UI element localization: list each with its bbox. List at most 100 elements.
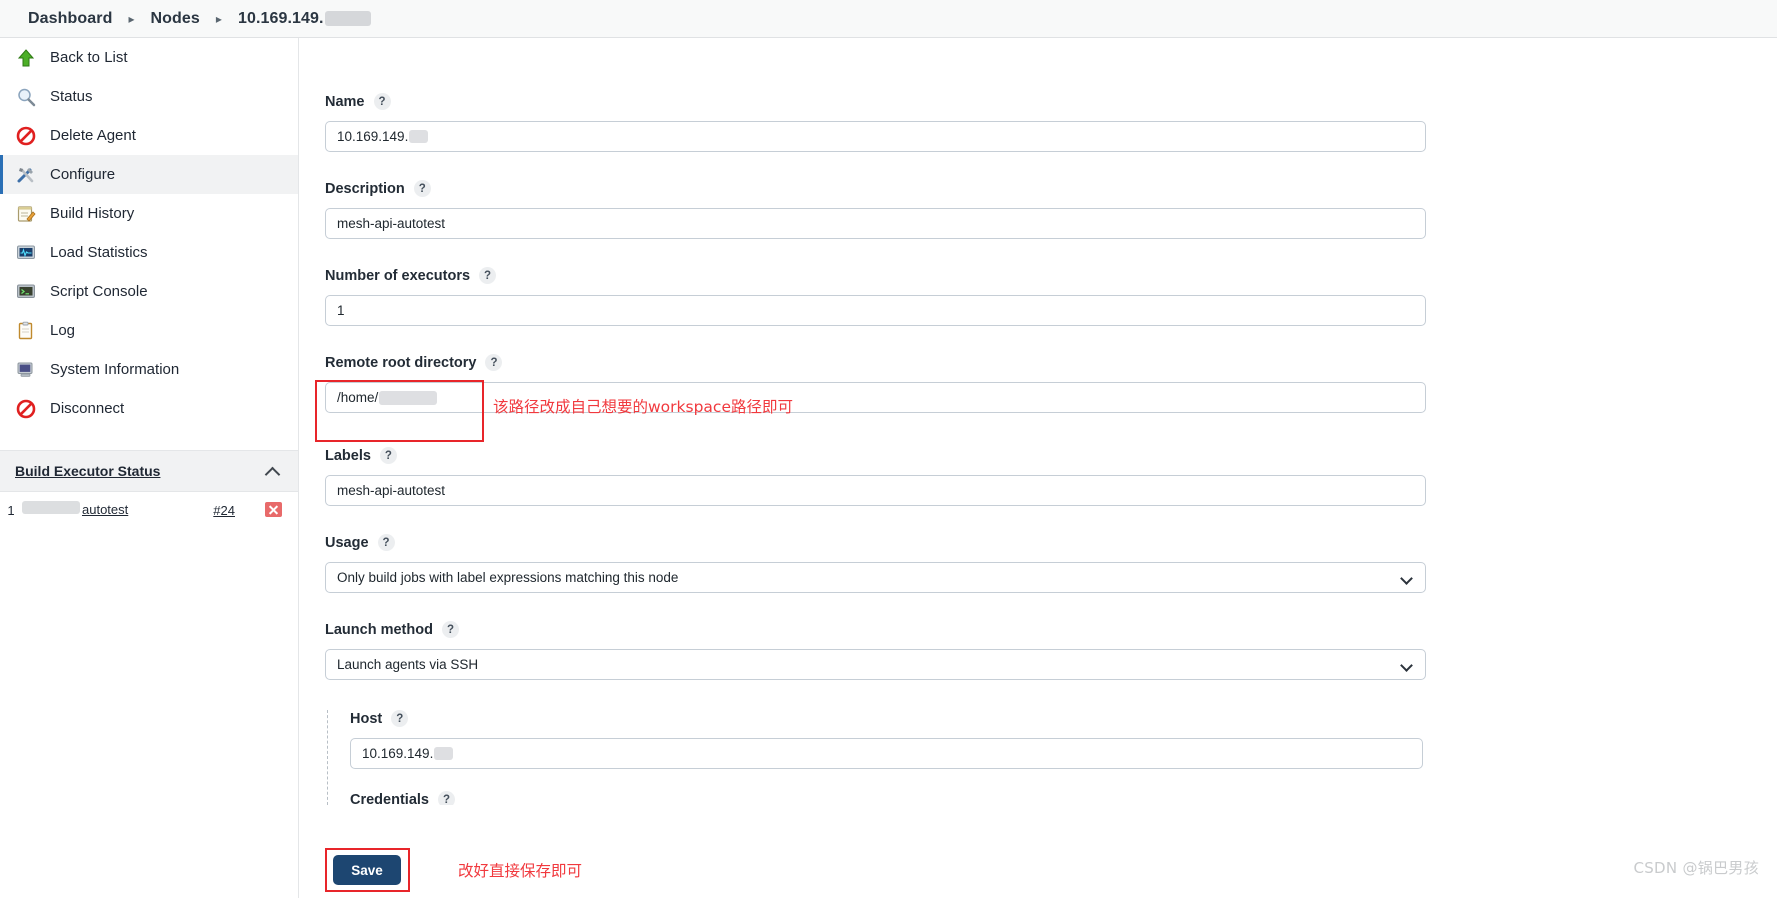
name-input-value: 10.169.149. <box>337 129 409 144</box>
field-label-text: Usage <box>325 534 369 551</box>
field-label-text: Remote root directory <box>325 354 477 371</box>
help-icon[interactable]: ? <box>413 180 431 197</box>
redacted-block <box>434 747 454 760</box>
redacted-block <box>22 501 80 514</box>
sidebar-item-label: Status <box>50 88 93 105</box>
remote-root-directory-value: /home/ <box>337 390 379 405</box>
computer-icon <box>15 359 37 381</box>
sidebar: Back to List Status Delete Agent Configu… <box>0 38 299 898</box>
executor-job-link[interactable]: autotest <box>82 502 128 517</box>
magnifier-icon <box>15 86 37 108</box>
annotation-remote-root-text: 该路径改成自己想要的workspace路径即可 <box>493 398 793 416</box>
field-usage: Usage ? Only build jobs with label expre… <box>325 534 1777 593</box>
help-icon[interactable]: ? <box>379 447 397 464</box>
field-label-text: Host <box>350 710 383 727</box>
sidebar-item-system-information[interactable]: System Information <box>0 350 298 389</box>
sidebar-item-status[interactable]: Status <box>0 77 298 116</box>
help-icon[interactable]: ? <box>485 354 503 371</box>
name-input[interactable]: 10.169.149. <box>325 121 1426 152</box>
launch-method-select[interactable]: Launch agents via SSH <box>325 649 1426 680</box>
sidebar-item-label: Configure <box>50 166 116 183</box>
usage-select-value: Only build jobs with label expressions m… <box>337 570 679 585</box>
sidebar-item-log[interactable]: Log <box>0 311 298 350</box>
sidebar-item-delete-agent[interactable]: Delete Agent <box>0 116 298 155</box>
host-input-value: 10.169.149. <box>362 746 434 761</box>
executor-row: 1 autotest #24 <box>0 492 298 540</box>
redacted-block <box>324 11 371 26</box>
clipboard-icon <box>15 320 37 342</box>
notepad-icon <box>15 203 37 225</box>
labels-input-value: mesh-api-autotest <box>337 483 446 498</box>
sidebar-item-script-console[interactable]: Script Console <box>0 272 298 311</box>
annotation-save-text: 改好直接保存即可 <box>458 862 583 880</box>
node-configure-form: Name ? 10.169.149. Description ? mesh-ap… <box>299 38 1777 898</box>
launch-method-select-value: Launch agents via SSH <box>337 657 479 672</box>
chevron-down-icon <box>1401 661 1412 668</box>
sidebar-item-load-statistics[interactable]: Load Statistics <box>0 233 298 272</box>
build-executor-status-title: Build Executor Status <box>15 463 161 479</box>
save-button[interactable]: Save <box>333 855 401 885</box>
field-labels: Labels ? mesh-api-autotest <box>325 447 1777 506</box>
sidebar-item-label: System Information <box>50 361 180 378</box>
field-host: Host ? 10.169.149. <box>350 710 1777 769</box>
field-label-text: Labels <box>325 447 371 464</box>
description-input[interactable]: mesh-api-autotest <box>325 208 1426 239</box>
field-label: Host ? <box>350 710 1777 727</box>
no-entry-icon <box>15 398 37 420</box>
build-executor-status-panel: Build Executor Status 1 autotest #24 <box>0 450 298 540</box>
watermark: CSDN @锅巴男孩 <box>1633 859 1759 877</box>
field-label: Remote root directory ? <box>325 354 1777 371</box>
wrench-icon <box>15 164 37 186</box>
help-icon[interactable]: ? <box>373 93 391 110</box>
breadcrumb-separator-icon: ▸ <box>215 11 222 26</box>
executor-build-number-link[interactable]: #24 <box>213 501 235 518</box>
remote-root-directory-input[interactable]: /home/ <box>325 382 1426 413</box>
field-credentials-clipped: Credentials ? <box>350 791 1777 805</box>
field-label-text: Launch method <box>325 621 433 638</box>
breadcrumb-separator-icon: ▸ <box>128 11 135 26</box>
help-icon[interactable]: ? <box>391 710 409 727</box>
host-input[interactable]: 10.169.149. <box>350 738 1423 769</box>
sidebar-item-back-to-list[interactable]: Back to List <box>0 38 298 77</box>
number-of-executors-input[interactable]: 1 <box>325 295 1426 326</box>
build-executor-status-header[interactable]: Build Executor Status <box>0 450 298 492</box>
chevron-down-icon <box>1401 574 1412 581</box>
field-name: Name ? 10.169.149. <box>325 93 1777 152</box>
field-label-text: Description <box>325 180 405 197</box>
executor-number: 1 <box>7 503 15 518</box>
breadcrumb-node-text: 10.169.149. <box>237 9 324 27</box>
breadcrumb-item-dashboard[interactable]: Dashboard <box>14 10 126 28</box>
breadcrumb-item-node[interactable]: 10.169.149. <box>224 10 385 28</box>
labels-input[interactable]: mesh-api-autotest <box>325 475 1426 506</box>
field-label: Usage ? <box>325 534 1777 551</box>
form-footer: Save 改好直接保存即可 <box>300 841 1777 898</box>
field-label-text: Credentials <box>350 791 429 806</box>
help-icon[interactable]: ? <box>441 621 459 638</box>
help-icon[interactable]: ? <box>437 791 455 805</box>
number-of-executors-value: 1 <box>337 303 345 318</box>
breadcrumb: Dashboard ▸ Nodes ▸ 10.169.149. <box>0 0 1777 38</box>
help-icon[interactable]: ? <box>377 534 395 551</box>
stop-build-icon[interactable] <box>265 502 282 517</box>
sidebar-item-label: Disconnect <box>50 400 125 417</box>
breadcrumb-item-nodes[interactable]: Nodes <box>137 10 214 28</box>
sidebar-item-label: Back to List <box>50 49 128 66</box>
help-icon[interactable]: ? <box>479 267 497 284</box>
field-label: Number of executors ? <box>325 267 1777 284</box>
sidebar-item-build-history[interactable]: Build History <box>0 194 298 233</box>
sidebar-item-configure[interactable]: Configure <box>0 155 298 194</box>
up-arrow-icon <box>15 47 37 69</box>
field-launch-method: Launch method ? Launch agents via SSH <box>325 621 1777 680</box>
sidebar-item-label: Log <box>50 322 76 339</box>
chevron-up-icon[interactable] <box>266 467 280 476</box>
description-input-value: mesh-api-autotest <box>337 216 446 231</box>
usage-select[interactable]: Only build jobs with label expressions m… <box>325 562 1426 593</box>
annotation-highlight-box: Save <box>325 848 410 892</box>
monitor-chart-icon <box>15 242 37 264</box>
field-label-text: Name <box>325 93 365 110</box>
sidebar-item-disconnect[interactable]: Disconnect <box>0 389 298 428</box>
field-remote-root-directory: Remote root directory ? /home/ 该路径改成自己想要… <box>315 354 1777 442</box>
field-description: Description ? mesh-api-autotest <box>325 180 1777 239</box>
executor-job: autotest <box>22 501 213 517</box>
sidebar-item-label: Script Console <box>50 283 148 300</box>
